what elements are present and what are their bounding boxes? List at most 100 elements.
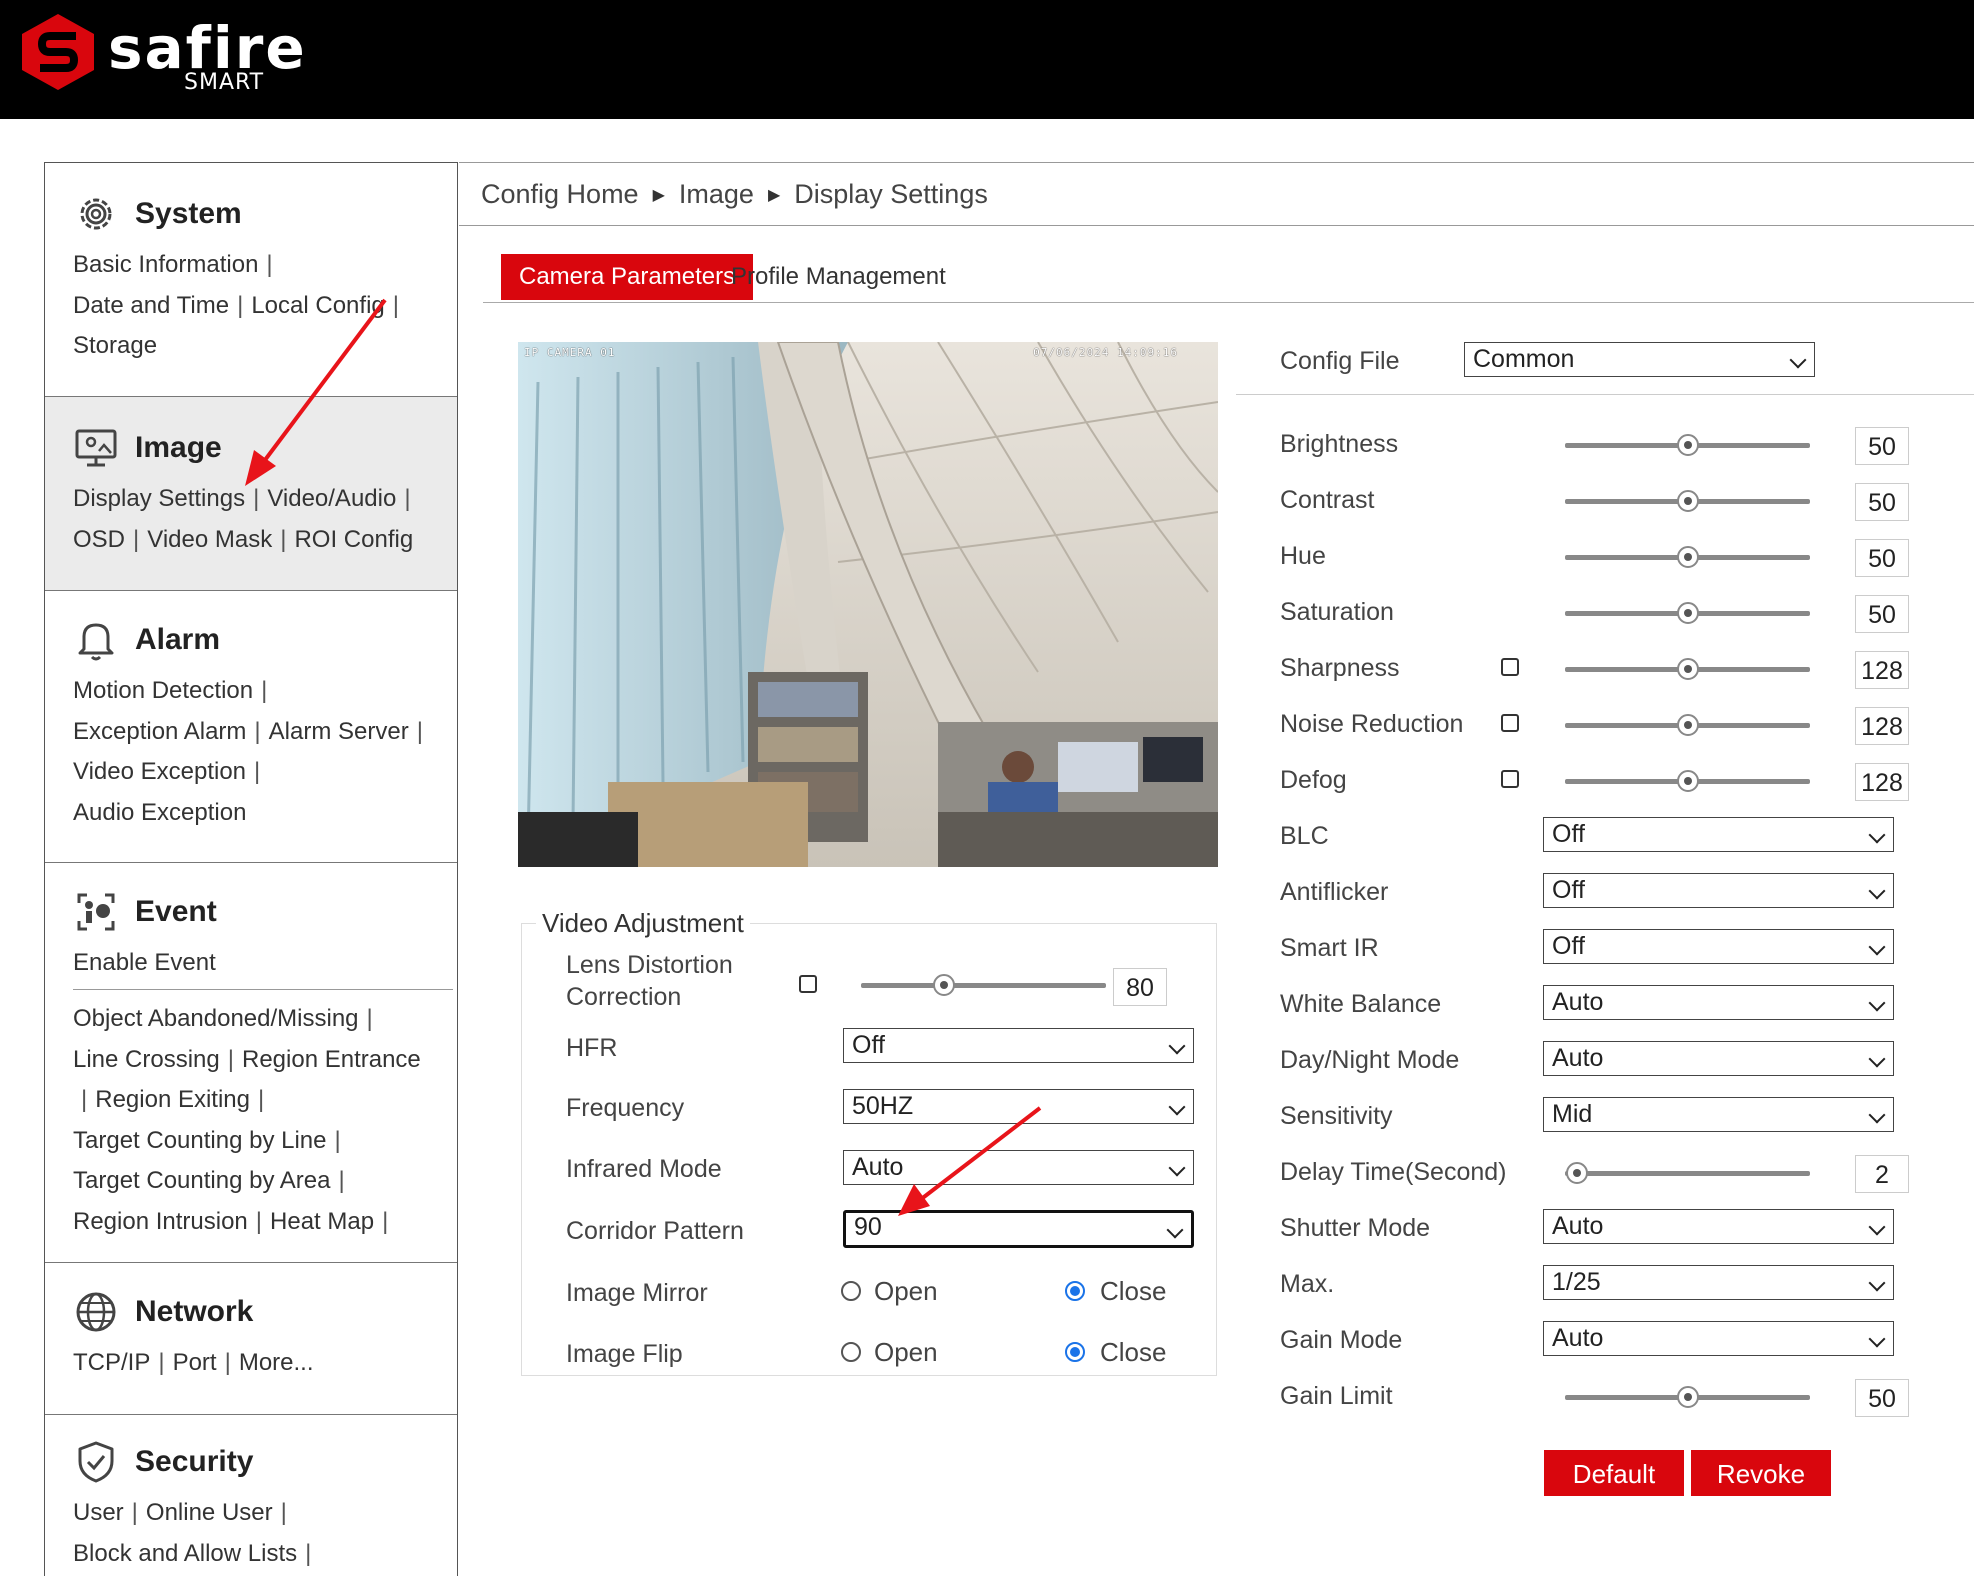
sidebar-section-security: Security User | Online User | Block and All… bbox=[45, 1415, 457, 1577]
select-max[interactable]: 1/25 bbox=[1543, 1265, 1894, 1300]
slider-sharpness[interactable] bbox=[1565, 658, 1810, 680]
link-roi-config[interactable]: ROI Config bbox=[294, 526, 413, 553]
link-region-intrusion[interactable]: Region Intrusion bbox=[73, 1208, 248, 1235]
link-date-and-time[interactable]: Date and Time bbox=[73, 292, 229, 319]
link-storage[interactable]: Storage bbox=[73, 332, 157, 359]
link-more[interactable]: More... bbox=[239, 1349, 314, 1376]
link-video-mask[interactable]: Video Mask bbox=[147, 526, 272, 553]
link-basic-information[interactable]: Basic Information bbox=[73, 251, 258, 278]
value-gain-limit[interactable]: 50 bbox=[1855, 1379, 1909, 1417]
slider-delay-time[interactable] bbox=[1565, 1162, 1810, 1184]
select-antiflicker[interactable]: Off bbox=[1543, 873, 1894, 908]
link-motion-detection[interactable]: Motion Detection bbox=[73, 677, 253, 704]
link-user[interactable]: User bbox=[73, 1499, 124, 1526]
value-lens-distortion[interactable]: 80 bbox=[1113, 968, 1167, 1006]
sidebar-header-image[interactable]: Image bbox=[73, 425, 222, 471]
link-online-user[interactable]: Online User bbox=[146, 1499, 273, 1526]
link-video-exception[interactable]: Video Exception bbox=[73, 758, 246, 785]
link-video-audio[interactable]: Video/Audio bbox=[267, 485, 396, 512]
checkbox-lens-distortion[interactable] bbox=[799, 975, 817, 993]
slider-saturation[interactable] bbox=[1565, 602, 1810, 624]
select-white-balance[interactable]: Auto bbox=[1543, 985, 1894, 1020]
link-target-counting-area[interactable]: Target Counting by Area bbox=[73, 1167, 331, 1194]
slider-brightness[interactable] bbox=[1565, 434, 1810, 456]
select-frequency[interactable]: 50HZ bbox=[843, 1089, 1194, 1124]
select-blc[interactable]: Off bbox=[1543, 817, 1894, 852]
sidebar-header-security[interactable]: Security bbox=[73, 1439, 253, 1485]
select-smart-ir[interactable]: Off bbox=[1543, 929, 1894, 964]
radio-flip-open[interactable] bbox=[841, 1342, 861, 1362]
slider-hue[interactable] bbox=[1565, 546, 1810, 568]
link-block-allow-lists[interactable]: Block and Allow Lists bbox=[73, 1540, 297, 1567]
link-line-crossing[interactable]: Line Crossing bbox=[73, 1046, 220, 1073]
select-config-file[interactable]: Common bbox=[1464, 342, 1815, 377]
link-port[interactable]: Port bbox=[173, 1349, 217, 1376]
value-brightness[interactable]: 50 bbox=[1855, 427, 1909, 465]
select-shutter-mode[interactable]: Auto bbox=[1543, 1209, 1894, 1244]
select-hfr[interactable]: Off bbox=[843, 1028, 1194, 1063]
radio-flip-close[interactable] bbox=[1065, 1342, 1085, 1362]
link-osd[interactable]: OSD bbox=[73, 526, 125, 553]
slider-knob[interactable] bbox=[1676, 1386, 1699, 1408]
link-audio-exception[interactable]: Audio Exception bbox=[73, 799, 246, 826]
select-sensitivity[interactable]: Mid bbox=[1543, 1097, 1894, 1132]
slider-knob[interactable] bbox=[1676, 434, 1699, 456]
label-config-file: Config File bbox=[1280, 347, 1400, 375]
slider-knob[interactable] bbox=[1676, 490, 1699, 512]
slider-noise-reduction[interactable] bbox=[1565, 714, 1810, 736]
checkbox-sharpness[interactable] bbox=[1501, 658, 1519, 676]
label-image-mirror: Image Mirror bbox=[566, 1279, 708, 1307]
value-delay-time[interactable]: 2 bbox=[1855, 1155, 1909, 1193]
revoke-button[interactable]: Revoke bbox=[1691, 1450, 1831, 1496]
slider-knob[interactable] bbox=[1676, 770, 1699, 792]
slider-knob[interactable] bbox=[933, 974, 956, 996]
link-heat-map[interactable]: Heat Map bbox=[270, 1208, 374, 1235]
link-target-counting-line[interactable]: Target Counting by Line bbox=[73, 1127, 327, 1154]
select-infrared-mode[interactable]: Auto bbox=[843, 1150, 1194, 1185]
slider-knob[interactable] bbox=[1566, 1162, 1589, 1184]
breadcrumb-bar: Config Home ▶ Image ▶ Display Settings bbox=[459, 162, 1974, 226]
breadcrumb-config-home[interactable]: Config Home bbox=[481, 179, 639, 210]
breadcrumb-image[interactable]: Image bbox=[679, 179, 754, 210]
select-day-night[interactable]: Auto bbox=[1543, 1041, 1894, 1076]
slider-knob[interactable] bbox=[1676, 602, 1699, 624]
tab-profile-management[interactable]: Profile Management bbox=[713, 254, 964, 300]
link-alarm-server[interactable]: Alarm Server bbox=[269, 718, 409, 745]
link-enable-event[interactable]: Enable Event bbox=[73, 949, 216, 976]
checkbox-defog[interactable] bbox=[1501, 770, 1519, 788]
link-region-exiting[interactable]: Region Exiting bbox=[95, 1086, 250, 1113]
link-region-entrance[interactable]: Region Entrance bbox=[242, 1046, 421, 1073]
link-local-config[interactable]: Local Config bbox=[251, 292, 384, 319]
slider-knob[interactable] bbox=[1676, 546, 1699, 568]
link-display-settings[interactable]: Display Settings bbox=[73, 485, 245, 512]
slider-gain-limit[interactable] bbox=[1565, 1386, 1810, 1408]
link-exception-alarm[interactable]: Exception Alarm bbox=[73, 718, 246, 745]
select-gain-mode[interactable]: Auto bbox=[1543, 1321, 1894, 1356]
link-object-abandoned[interactable]: Object Abandoned/Missing bbox=[73, 1005, 359, 1032]
sidebar-header-event[interactable]: Event bbox=[73, 889, 217, 935]
value-defog[interactable]: 128 bbox=[1855, 763, 1909, 801]
slider-knob[interactable] bbox=[1676, 714, 1699, 736]
slider-defog[interactable] bbox=[1565, 770, 1810, 792]
radio-mirror-open[interactable] bbox=[841, 1281, 861, 1301]
value-hue[interactable]: 50 bbox=[1855, 539, 1909, 577]
sidebar-header-network[interactable]: Network bbox=[73, 1289, 253, 1335]
default-button[interactable]: Default bbox=[1544, 1450, 1684, 1496]
checkbox-noise-reduction[interactable] bbox=[1501, 714, 1519, 732]
value-saturation[interactable]: 50 bbox=[1855, 595, 1909, 633]
value-contrast[interactable]: 50 bbox=[1855, 483, 1909, 521]
video-preview[interactable]: IP CAMERA 01 07/06/2024 14:09:16 bbox=[518, 342, 1218, 867]
chevron-down-icon bbox=[1868, 1274, 1886, 1292]
slider-contrast[interactable] bbox=[1565, 490, 1810, 512]
label-brightness: Brightness bbox=[1280, 430, 1399, 458]
value-noise-reduction[interactable]: 128 bbox=[1855, 707, 1909, 745]
value-sharpness[interactable]: 128 bbox=[1855, 651, 1909, 689]
slider-knob[interactable] bbox=[1676, 658, 1699, 680]
sidebar-header-system[interactable]: System bbox=[73, 191, 242, 237]
link-tcp-ip[interactable]: TCP/IP bbox=[73, 1349, 150, 1376]
select-corridor-pattern[interactable]: 90 bbox=[843, 1210, 1194, 1248]
radio-mirror-close[interactable] bbox=[1065, 1281, 1085, 1301]
label-white-balance: White Balance bbox=[1280, 990, 1442, 1018]
slider-lens-distortion[interactable] bbox=[861, 974, 1106, 996]
sidebar-header-alarm[interactable]: Alarm bbox=[73, 617, 220, 663]
